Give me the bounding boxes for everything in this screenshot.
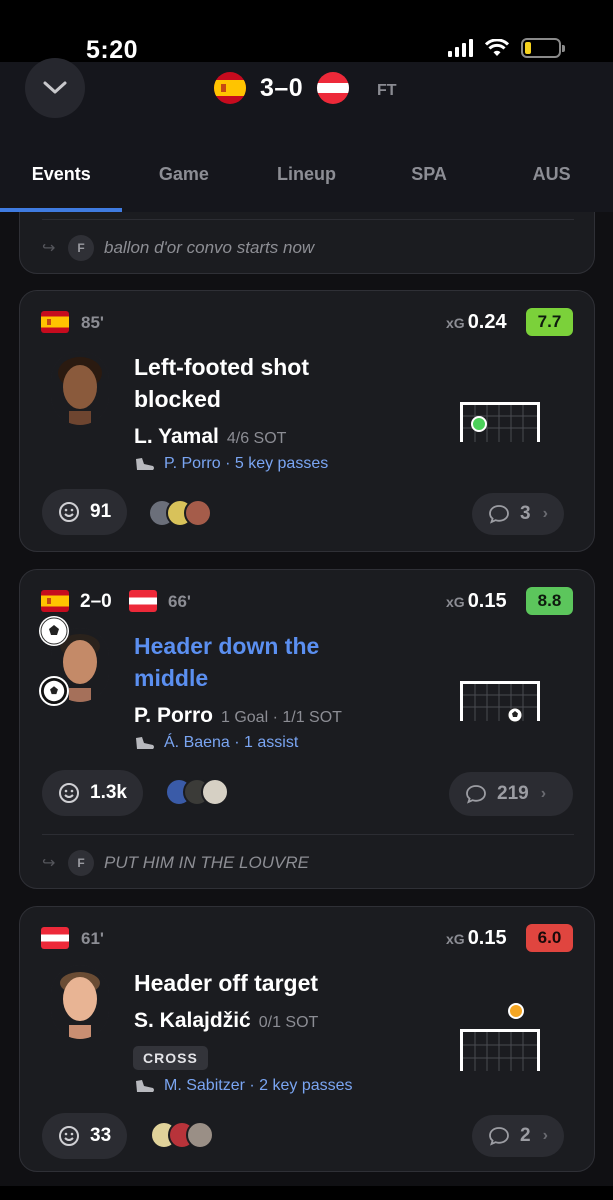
- avatar: [201, 778, 229, 806]
- event-title: Header off target: [134, 970, 319, 996]
- player-rating-badge: 8.8: [526, 587, 573, 615]
- austria-flag-icon: [41, 927, 69, 949]
- event-title: Left-footed shot blocked: [134, 354, 310, 412]
- player-stat: 4/6 SOT: [226, 430, 287, 447]
- reply-badge: F: [68, 235, 94, 261]
- reply-arrow-icon: ↪: [42, 855, 56, 872]
- event-minute: 66': [168, 592, 191, 611]
- football-icon: [39, 616, 69, 646]
- boot-icon: [136, 458, 154, 470]
- spain-flag-icon: [214, 72, 246, 104]
- smiley-icon: [59, 502, 79, 522]
- chevron-down-icon: [43, 81, 67, 94]
- status-bar: 5:20: [0, 0, 613, 64]
- player-avatar[interactable]: [51, 965, 109, 1039]
- chevron-right-icon: ›: [540, 785, 547, 802]
- bottom-bar: [0, 1186, 613, 1200]
- boot-icon: [136, 737, 154, 749]
- shot-map-goal-icon: [460, 681, 540, 723]
- tab-bar: Events Game Lineup SPA AUS: [0, 152, 613, 212]
- match-header: 3–0 FT Events Game Lineup SPA AUS: [0, 58, 613, 212]
- tab-aus[interactable]: AUS: [490, 152, 613, 212]
- event-card[interactable]: 61' xG 0.15 6.0 Header off target S. Kala…: [19, 906, 595, 1172]
- status-time: 5:20: [86, 36, 139, 64]
- comment-icon: [466, 785, 486, 804]
- assist-line[interactable]: Á. Baena · 1 assist: [134, 734, 298, 752]
- match-status: FT: [377, 82, 397, 99]
- wifi-icon: [485, 39, 509, 56]
- divider: [42, 834, 574, 835]
- reply-text: PUT HIM IN THE LOUVRE: [104, 853, 309, 872]
- player-rating-badge: 6.0: [526, 924, 573, 952]
- tab-spa[interactable]: SPA: [368, 152, 491, 212]
- player-name[interactable]: L. Yamal 4/6 SOT: [134, 425, 286, 449]
- comment-icon: [489, 1127, 509, 1146]
- collapse-button[interactable]: [25, 58, 85, 118]
- comments-button[interactable]: 219 ›: [449, 772, 573, 816]
- austria-flag-icon: [129, 590, 157, 612]
- status-icons: [448, 38, 565, 58]
- tab-events[interactable]: Events: [0, 152, 123, 212]
- reactions-button[interactable]: 33: [42, 1113, 128, 1159]
- cellular-signal-icon: [448, 39, 473, 57]
- austria-flag-icon: [317, 72, 350, 104]
- player-name[interactable]: P. Porro 1 Goal · 1/1 SOT: [134, 704, 342, 728]
- reactions-button[interactable]: 91: [42, 489, 128, 535]
- match-score: 3–0: [260, 73, 304, 102]
- shot-map-goal-icon: [460, 402, 540, 442]
- goal-ball-badge-icon: [39, 676, 69, 706]
- spain-flag-icon: [41, 590, 69, 612]
- comments-button[interactable]: 2 ›: [472, 1115, 564, 1157]
- player-stat: 0/1 SOT: [258, 1014, 319, 1031]
- featured-reply[interactable]: ↪ F ballon d'or convo starts now: [20, 221, 596, 275]
- battery-icon: [521, 38, 565, 58]
- tab-lineup[interactable]: Lineup: [245, 152, 368, 212]
- event-card[interactable]: 85' xG 0.24 7.7 Left-footed shot blocked …: [19, 290, 595, 552]
- event-title: Header down the middle: [134, 633, 320, 691]
- xg-value: xG 0.15: [446, 590, 507, 612]
- player-stat: 1 Goal · 1/1 SOT: [220, 709, 342, 726]
- comment-icon: [489, 505, 509, 524]
- xg-value: xG 0.15: [446, 927, 507, 949]
- event-card: ↪ F ballon d'or convo starts now: [19, 212, 595, 274]
- spain-flag-icon: [41, 311, 69, 333]
- events-feed[interactable]: ↪ F ballon d'or convo starts now 85' xG 0…: [0, 212, 613, 1200]
- player-name[interactable]: S. Kalajdžić 0/1 SOT: [134, 1009, 318, 1033]
- chevron-right-icon: ›: [542, 1127, 548, 1144]
- event-card[interactable]: 2–0 66' xG 0.15 8.8 Header down the middl…: [19, 569, 595, 889]
- smiley-icon: [59, 783, 79, 803]
- event-minute: 61': [81, 929, 104, 948]
- xg-value: xG 0.24: [446, 311, 507, 333]
- avatar: [184, 499, 212, 527]
- featured-reply[interactable]: ↪ F PUT HIM IN THE LOUVRE: [20, 836, 596, 890]
- reactor-avatars: [148, 499, 212, 529]
- reply-badge: F: [68, 850, 94, 876]
- reactor-avatars: [165, 778, 229, 808]
- scoreline: 3–0: [214, 72, 350, 104]
- smiley-icon: [59, 1126, 79, 1146]
- shot-type-tag: CROSS: [133, 1046, 208, 1070]
- reply-arrow-icon: ↪: [42, 240, 56, 257]
- reply-text: ballon d'or convo starts now: [104, 238, 315, 257]
- event-score: 2–0: [80, 591, 112, 612]
- assist-line[interactable]: P. Porro · 5 key passes: [134, 455, 328, 473]
- tab-game[interactable]: Game: [123, 152, 246, 212]
- app-root: 5:20 3–0 FT Events Game Lineup SPA AUS ↪…: [0, 0, 613, 1200]
- boot-icon: [136, 1080, 154, 1092]
- chevron-right-icon: ›: [542, 505, 548, 522]
- reactor-avatars: [150, 1121, 214, 1151]
- assist-line[interactable]: M. Sabitzer · 2 key passes: [134, 1077, 353, 1095]
- player-avatar[interactable]: [51, 351, 109, 425]
- event-minute: 85': [81, 313, 104, 332]
- avatar: [186, 1121, 214, 1149]
- divider: [42, 219, 574, 220]
- comments-button[interactable]: 3 ›: [472, 493, 564, 535]
- shot-map-goal-icon: [460, 1003, 540, 1071]
- reactions-button[interactable]: 1.3k: [42, 770, 143, 816]
- player-rating-badge: 7.7: [526, 308, 573, 336]
